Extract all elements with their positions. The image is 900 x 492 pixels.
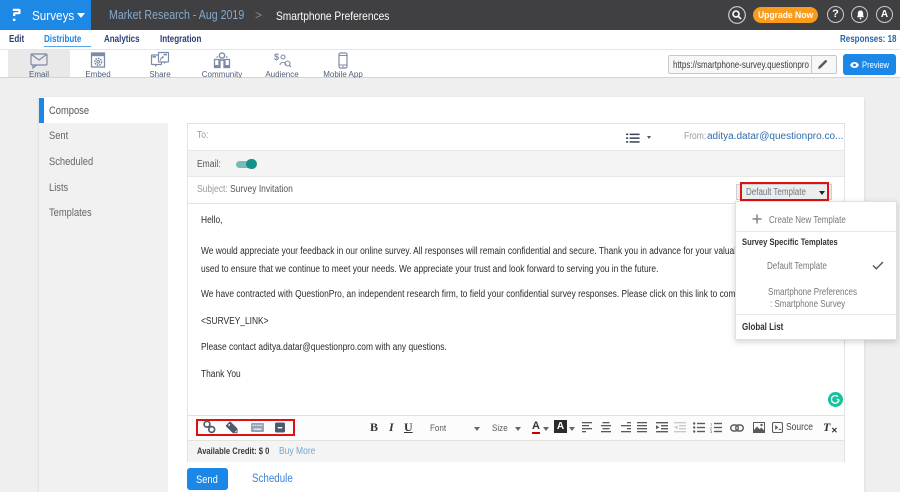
svg-text:$: $ (274, 52, 279, 62)
svg-text:3: 3 (710, 429, 713, 433)
